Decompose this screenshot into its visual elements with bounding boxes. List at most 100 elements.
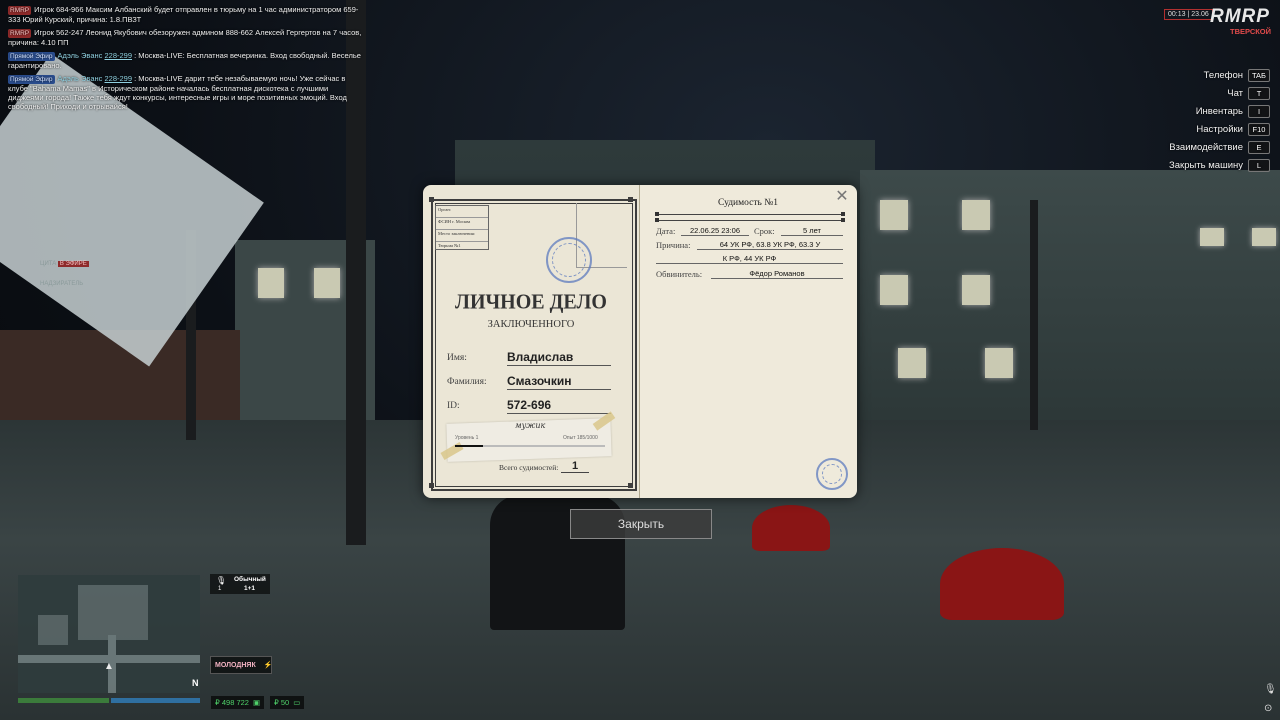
- chat-author: Адэль Эванс: [57, 74, 103, 83]
- authority-box: Орган: ФСИН г. Москва Место заключения: …: [435, 205, 489, 250]
- reason-value: 64 УК РФ, 63.8 УК РФ, 63.3 У: [697, 240, 843, 250]
- prison-building-right: [860, 170, 1280, 430]
- player-marker-icon: ▲: [104, 661, 114, 672]
- microphone-icon: 🎙: [216, 576, 227, 585]
- surname-value: Смазочкин: [507, 374, 611, 390]
- key-badge: TAБ: [1248, 68, 1270, 82]
- rank-text: мужик: [515, 421, 546, 430]
- nameplate-role: НАДЗИРАТЕЛЬ: [40, 281, 84, 287]
- voice-channel: 1+1: [244, 585, 256, 592]
- name-label: Имя:: [447, 353, 467, 363]
- chat-tag: RMRP: [8, 6, 32, 15]
- voice-mode: Обычный: [234, 576, 266, 583]
- minimap: ▲: [18, 575, 200, 693]
- microphone-icon: 🎙: [1264, 684, 1277, 695]
- chat-tag: Прямой Эфир: [8, 75, 55, 84]
- key-badge: E: [1248, 140, 1270, 154]
- total-convictions-value: 1: [561, 460, 589, 473]
- red-bollard: [940, 548, 1064, 620]
- nameplate: ЦИТА В ЭФИРЕ: [40, 261, 89, 267]
- server-time: 00:13 | 23.06: [1164, 9, 1213, 20]
- reason-label: Причина:: [656, 240, 691, 250]
- exp-text: Опыт 185/1000: [563, 435, 598, 441]
- chat-message: Прямой Эфир Адэль Эванс 228-299 : Москва-…: [8, 51, 363, 70]
- chat-tag: Прямой Эфир: [8, 52, 55, 61]
- chat-author: Адэль Эванс: [57, 51, 103, 60]
- cash-amount: ₽ 498 722: [215, 698, 249, 707]
- chat-message: RMRP Игрок 684-966 Максим Албанский будет…: [8, 5, 363, 24]
- dossier-subtitle: ЗАКЛЮЧЕННОГО: [487, 319, 575, 330]
- term-value: 5 лет: [781, 226, 843, 236]
- exp-progress-fill: [455, 445, 483, 447]
- cash-display: ₽ 498 722 ▣: [211, 696, 265, 709]
- lit-window: [962, 275, 990, 305]
- red-bollard: [752, 505, 830, 551]
- hotkey-interaction: Взаимодействие E: [1169, 138, 1270, 156]
- lit-window: [880, 275, 908, 305]
- hotkey-list: Телефон TAБ Чат T Инвентарь I Настройки F10 …: [1169, 66, 1270, 174]
- hotkey-chat: Чат T: [1169, 84, 1270, 102]
- lit-window: [985, 348, 1013, 378]
- server-logo: RMRP: [1210, 6, 1270, 27]
- prisoner-dossier: Орган: ФСИН г. Москва Место заключения: …: [423, 185, 857, 498]
- chat-phone: 228-299: [104, 51, 133, 60]
- surname-label: Фамилия:: [447, 377, 487, 387]
- date-value: 22.06.25 23:06: [681, 226, 749, 236]
- hotkey-phone: Телефон TAБ: [1169, 66, 1270, 84]
- location-icon: ⊙: [1264, 703, 1273, 714]
- date-label: Дата:: [656, 226, 676, 236]
- street-lamp: [1030, 200, 1038, 430]
- dossier-title: ЛИЧНОЕ ДЕЛО: [455, 290, 607, 314]
- chat-message: RMRP Игрок 562-247 Леонид Якубович обезор…: [8, 28, 363, 47]
- voice-number: 1: [218, 586, 222, 592]
- lit-window: [258, 268, 284, 298]
- gang-name: МОЛОДНЯК: [215, 661, 256, 669]
- lit-window: [898, 348, 926, 378]
- gang-icon: ⚡: [263, 662, 273, 669]
- chat-text: Игрок 562-247 Леонид Якубович обезоружен…: [8, 28, 362, 47]
- key-badge: L: [1248, 158, 1270, 172]
- lit-window: [1252, 228, 1276, 246]
- total-convictions-label: Всего судимостей:: [499, 463, 559, 472]
- name-value: Владислав: [507, 350, 611, 366]
- official-stamp: [546, 237, 592, 283]
- lit-window: [1200, 228, 1224, 246]
- exp-progress-bar: [455, 445, 605, 447]
- lit-window: [962, 200, 990, 230]
- term-label: Срок:: [754, 226, 775, 236]
- chat-log: RMRP Игрок 684-966 Максим Албанский будет…: [8, 5, 363, 115]
- lit-window: [314, 268, 340, 298]
- gang-badge: МОЛОДНЯК ⚡: [210, 656, 272, 674]
- id-label: ID:: [447, 401, 460, 411]
- close-button[interactable]: Закрыть: [570, 509, 712, 539]
- server-name: ТВЕРСКОЙ: [1230, 27, 1272, 36]
- key-badge: F10: [1248, 122, 1270, 136]
- hotkey-settings: Настройки F10: [1169, 120, 1270, 138]
- voice-chat-indicator: 🎙 1 Обычный 1+1: [210, 574, 270, 594]
- cash-icon: ▣: [252, 698, 261, 707]
- chat-message: Прямой Эфир Адэль Эванс 228-299 : Москва-…: [8, 74, 363, 111]
- level-text: Уровень 1: [455, 435, 479, 441]
- bank-amount: ₽ 50: [274, 698, 290, 707]
- health-bar: [18, 698, 109, 703]
- reason-value-cont: К РФ, 44 УК РФ: [656, 254, 843, 264]
- compass-north: N: [192, 678, 199, 688]
- bank-display: ₽ 50 ▭: [270, 696, 305, 709]
- divider: [657, 214, 843, 215]
- chat-tag: RMRP: [8, 29, 32, 38]
- accuser-value: Фёдор Романов: [711, 269, 843, 279]
- hotkey-inventory: Инвентарь I: [1169, 102, 1270, 120]
- conviction-title: Судимость №1: [717, 198, 779, 208]
- accuser-label: Обвинитель:: [656, 269, 703, 279]
- hotkey-lock-car: Закрыть машину L: [1169, 156, 1270, 174]
- chat-phone: 228-299: [104, 74, 133, 83]
- key-badge: I: [1248, 104, 1270, 118]
- armor-bar: [111, 698, 200, 703]
- id-value: 572-696: [507, 398, 611, 414]
- lit-window: [880, 200, 908, 230]
- stamp-small: [816, 458, 848, 490]
- card-icon: ▭: [293, 698, 301, 707]
- chat-text: Игрок 684-966 Максим Албанский будет отп…: [8, 5, 359, 24]
- divider: [657, 220, 843, 221]
- key-badge: T: [1248, 86, 1270, 100]
